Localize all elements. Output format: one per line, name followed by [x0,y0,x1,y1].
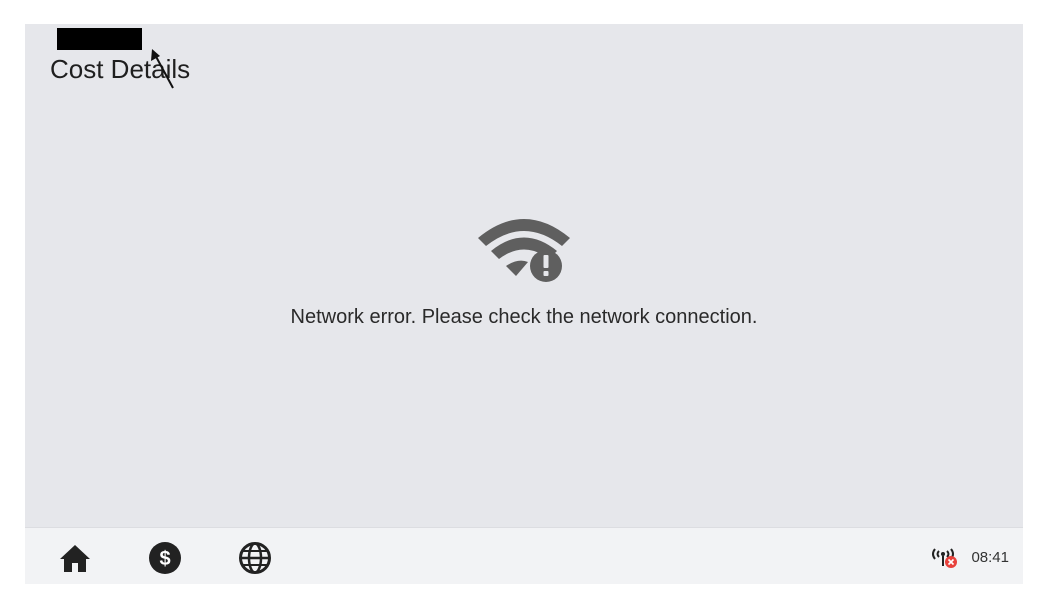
cost-button[interactable]: $ [148,541,182,575]
error-state: Network error. Please check the network … [25,214,1023,329]
signal-disconnected-icon [932,548,958,568]
bottom-navigation-bar: $ 08:41 [25,527,1023,584]
status-area: 08:41 [931,544,1009,570]
home-icon [60,545,90,572]
status-time: 08:41 [971,548,1009,566]
mouse-pointer-icon [151,49,174,89]
dollar-icon: $ [149,542,181,574]
error-message: Network error. Please check the network … [290,306,758,328]
wifi-error-icon [478,219,570,282]
app-screen: Cost Details Network error. Please check… [25,24,1023,584]
svg-text:$: $ [159,548,170,570]
redacted-area [57,28,142,50]
network-button[interactable] [238,541,272,575]
home-button[interactable] [58,541,92,575]
globe-icon [239,542,271,574]
